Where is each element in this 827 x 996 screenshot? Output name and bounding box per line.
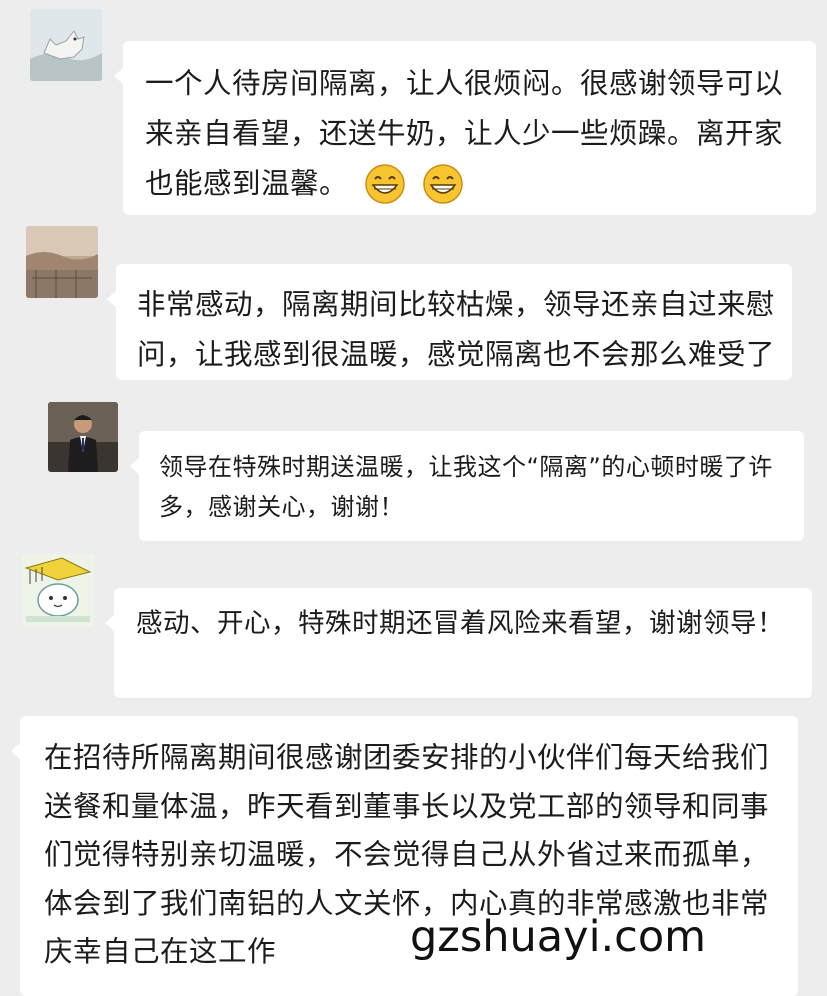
message-text: 非常感动，隔离期间比较枯燥，领导还亲自过来慰问，让我感到很温暖，感觉隔离也不会那…	[137, 288, 776, 371]
grin-emoji-icon	[364, 163, 406, 205]
message-bubble: 感动、开心，特殊时期还冒着风险来看望，谢谢领导！	[105, 588, 812, 698]
sender-name	[116, 561, 236, 575]
person-avatar-image	[48, 402, 118, 472]
avatar[interactable]	[22, 554, 94, 626]
sender-name	[122, 8, 242, 22]
message-bubble: 一个人待房间隔离，让人很烦闷。很感谢领导可以来亲自看望，还送牛奶，让人少一些烦躁…	[114, 41, 816, 215]
message-text: 领导在特殊时期送温暖，让我这个“隔离”的心顿时暖了许多，感谢关心，谢谢！	[159, 453, 773, 521]
message-bubble: 非常感动，隔离期间比较枯燥，领导还亲自过来慰问，让我感到很温暖，感觉隔离也不会那…	[107, 264, 792, 380]
avatar[interactable]	[48, 402, 118, 472]
cartoon-avatar-image	[22, 554, 94, 626]
avatar[interactable]	[26, 226, 98, 298]
message-text: 感动、开心，特殊时期还冒着风险来看望，谢谢领导！	[136, 608, 784, 639]
grin-emoji-icon	[422, 163, 464, 205]
message-bubble: 领导在特殊时期送温暖，让我这个“隔离”的心顿时暖了许多，感谢关心，谢谢！	[130, 431, 804, 541]
wolf-avatar-image	[30, 9, 102, 81]
sender-name	[140, 404, 260, 418]
sender-name	[118, 232, 238, 246]
avatar[interactable]	[30, 9, 102, 81]
watermark-text: gzshuayi.com	[409, 911, 707, 963]
landscape-avatar-image	[26, 226, 98, 298]
